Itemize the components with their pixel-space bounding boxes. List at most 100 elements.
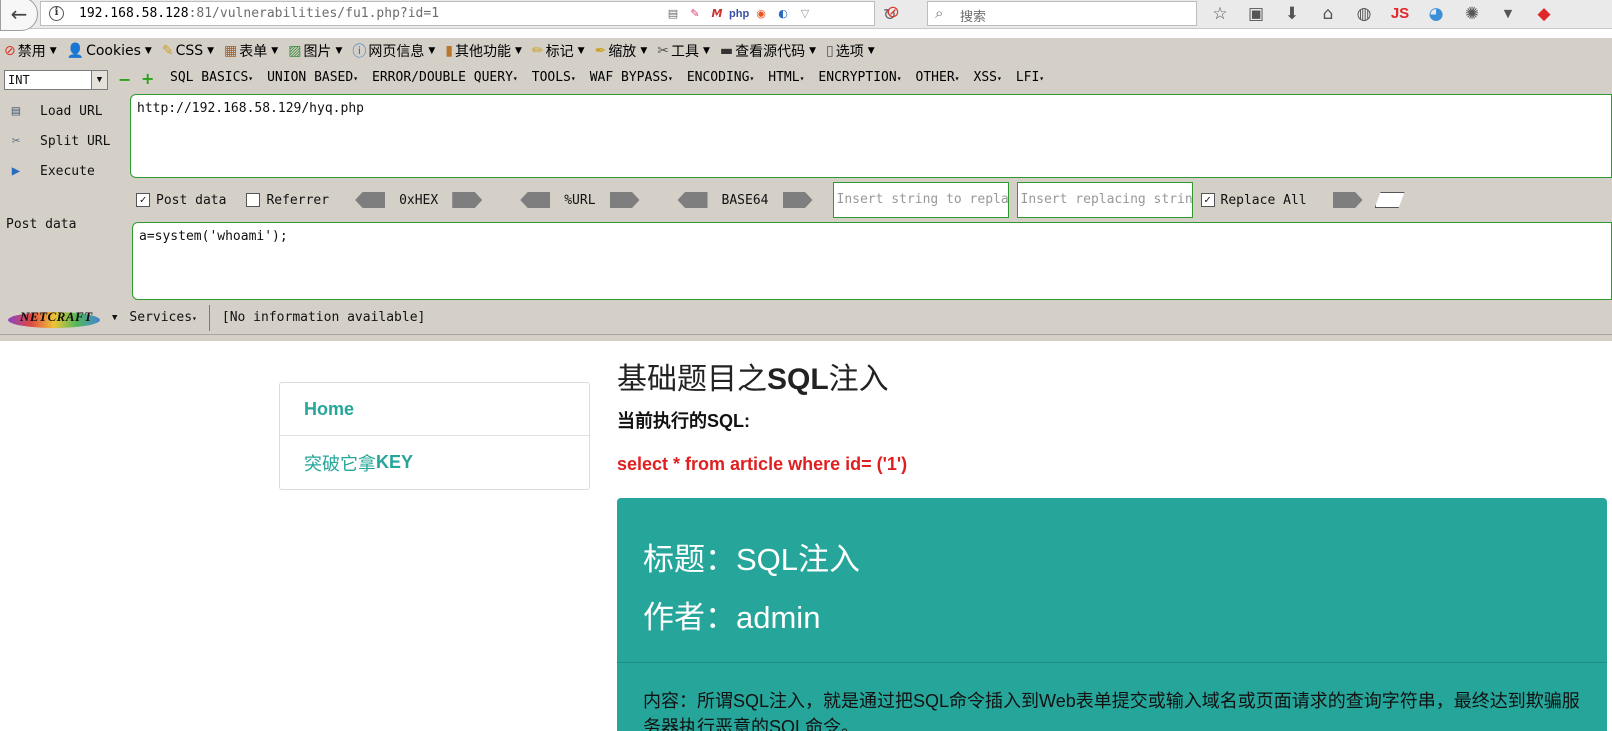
menu-tools[interactable]: ✂ 工具 ▼ — [657, 41, 710, 61]
caret-icon: ▾ — [1039, 74, 1045, 83]
menu-css[interactable]: ✎ CSS ▼ — [162, 43, 214, 59]
feather-icon[interactable]: ✎ — [685, 5, 705, 23]
nav-home-link[interactable]: Home — [280, 383, 589, 436]
caret-icon: ▾ — [896, 74, 902, 83]
sql-query-text: select * from article where id= ('1') — [617, 454, 908, 474]
globe-icon[interactable]: ◍ — [1350, 3, 1378, 25]
referrer-label: Referrer — [266, 192, 330, 208]
download-icon[interactable]: ⬇ — [1278, 3, 1306, 25]
services-menu[interactable]: Services▾ — [129, 310, 196, 325]
site-info-icon[interactable]: i — [49, 6, 64, 21]
search-input[interactable]: ⌕ 搜索 — [927, 1, 1197, 26]
url-text[interactable]: 192.168.58.128:81/vulnerabilities/fu1.ph… — [79, 6, 439, 21]
hb-menu-union-based[interactable]: UNION BASED▾ — [267, 70, 358, 85]
menu-misc[interactable]: ▮ 其他功能 ▼ — [445, 41, 522, 61]
overflow-chevron-icon[interactable]: ▼ — [1494, 3, 1522, 25]
nav-key-link[interactable]: 突破它拿 KEY — [280, 436, 589, 489]
addon-icon[interactable]: ◆ — [1530, 3, 1558, 25]
load-url-button[interactable]: ▤ Load URL — [4, 96, 124, 126]
wave-icon[interactable]: ◐ — [773, 5, 793, 23]
execute-button[interactable]: ▶ Execute — [4, 156, 124, 186]
hb-menu-waf-bypass[interactable]: WAF BYPASS▾ — [590, 70, 673, 85]
split-url-button[interactable]: ✂ Split URL — [4, 126, 124, 156]
menu-images[interactable]: ▨ 图片 ▼ — [288, 41, 342, 61]
hb-menu-encoding[interactable]: ENCODING▾ — [687, 70, 754, 85]
menu-view-source[interactable]: ▬ 查看源代码 ▼ — [720, 41, 816, 61]
hb-menu-encryption[interactable]: ENCRYPTION▾ — [818, 70, 901, 85]
side-nav: Home 突破它拿 KEY — [279, 382, 590, 490]
caret-icon: ▼ — [49, 46, 57, 56]
color-wheel-icon[interactable]: ◕ — [1422, 3, 1450, 25]
options-icon: ▯ — [826, 43, 834, 59]
replace-all-checkbox[interactable]: ✓ — [1200, 193, 1215, 207]
menu-outline[interactable]: ✏ 标记 ▼ — [532, 41, 585, 61]
caret-icon: ▼ — [515, 46, 522, 56]
hex-decode-arrow-icon[interactable] — [355, 192, 386, 208]
menu-resize[interactable]: ✒ 缩放 ▼ — [595, 41, 648, 61]
netcraft-toolbar: NETCRAFT ▼ Services▾ [No information ava… — [0, 301, 1612, 335]
caret-icon: ▼ — [577, 46, 585, 56]
url-encode-arrow-icon[interactable] — [609, 192, 640, 208]
info-icon: ⓘ — [352, 44, 367, 60]
menu-options[interactable]: ▯ 选项 ▼ — [826, 41, 875, 61]
post-data-textarea[interactable]: a=system('whoami'); — [132, 222, 1612, 300]
replacing-string-input[interactable]: Insert replacing string — [1016, 182, 1193, 218]
webdev-menubar: ⊘ 禁用 ▼ 👤 Cookies ▼ ✎ CSS ▼ ▦ 表单 ▼ ▨ 图片 ▼ ⓘ 网页信息 ▼ ▮ 其… — [0, 38, 1612, 64]
url-textarea[interactable]: http://192.168.58.129/hyq.php — [130, 94, 1612, 178]
hex-encode-arrow-icon[interactable] — [452, 192, 483, 208]
hb-menu-tools[interactable]: TOOLS▾ — [532, 70, 576, 85]
referrer-checkbox[interactable] — [246, 193, 261, 207]
m-icon[interactable]: M — [707, 5, 727, 23]
post-data-checkbox[interactable]: ✓ — [136, 193, 150, 207]
minus-icon[interactable]: − — [118, 70, 131, 89]
url-bar[interactable]: i 192.168.58.128:81/vulnerabilities/fu1.… — [40, 1, 896, 26]
replace-go-icon[interactable] — [1374, 192, 1405, 208]
hb-menu-html[interactable]: HTML▾ — [768, 70, 804, 85]
type-select[interactable]: INT ▼ — [4, 70, 108, 90]
base64-decode-arrow-icon[interactable] — [677, 192, 708, 208]
bookmark-star-icon[interactable]: ☆ — [1206, 3, 1234, 25]
php-icon[interactable]: php — [729, 5, 749, 23]
home-icon[interactable]: ⌂ — [1314, 3, 1342, 25]
menu-disable[interactable]: ⊘ 禁用 ▼ — [4, 41, 57, 61]
url-path: :81/vulnerabilities/fu1.php?id=1 — [188, 6, 440, 21]
hb-menu-other[interactable]: OTHER▾ — [916, 70, 960, 85]
insert-string-input[interactable]: Insert string to replace — [832, 182, 1009, 218]
netcraft-caret-icon[interactable]: ▼ — [112, 313, 117, 323]
url-decode-arrow-icon[interactable] — [520, 192, 551, 208]
marker-icon: ✏ — [531, 43, 544, 59]
hb-menu-error-query[interactable]: ERROR/DOUBLE QUERY▾ — [372, 70, 518, 85]
noscript-icon[interactable]: ⊘ — [880, 2, 906, 24]
caret-icon: ▼ — [809, 46, 817, 56]
reading-list-icon[interactable]: ▣ — [1242, 3, 1270, 25]
hb-menu-sql-basics[interactable]: SQL BASICS▾ — [170, 70, 253, 85]
browser-navbar: ← i 192.168.58.128:81/vulnerabilities/fu… — [0, 0, 1612, 31]
server-icon[interactable]: ▤ — [663, 5, 683, 23]
execute-icon: ▶ — [11, 163, 21, 179]
menu-page-info[interactable]: ⓘ 网页信息 ▼ — [352, 41, 435, 61]
plus-icon[interactable]: + — [141, 69, 154, 88]
ubuntu-icon[interactable]: ◉ — [751, 5, 771, 23]
current-sql-label: 当前执行的SQL: — [617, 411, 750, 431]
user-icon: 👤 — [66, 43, 85, 59]
card-divider — [617, 662, 1607, 663]
back-button[interactable]: ← — [0, 0, 38, 31]
caret-icon: ▾ — [668, 74, 673, 83]
hb-menu-lfi[interactable]: LFI▾ — [1016, 70, 1044, 85]
js-icon[interactable]: JS — [1386, 3, 1414, 25]
palette-icon[interactable]: ✺ — [1458, 3, 1486, 25]
replace-arrow-icon[interactable] — [1332, 192, 1363, 208]
menu-cookies[interactable]: 👤 Cookies ▼ — [67, 43, 152, 59]
caret-icon: ▼ — [335, 46, 343, 56]
netcraft-logo[interactable]: NETCRAFT — [8, 307, 100, 329]
caret-icon: ▼ — [702, 46, 710, 56]
toolbar-icons: ☆ ▣ ⬇ ⌂ ◍ JS ◕ ✺ ▼ ◆ — [1206, 2, 1558, 26]
dropdown-chevron-icon[interactable]: ▽ — [795, 5, 815, 23]
caret-icon: ▾ — [192, 314, 197, 323]
caret-icon: ▼ — [207, 46, 215, 56]
disable-icon: ⊘ — [4, 43, 16, 59]
menu-forms[interactable]: ▦ 表单 ▼ — [224, 41, 278, 61]
caret-icon: ▾ — [749, 74, 755, 83]
hb-menu-xss[interactable]: XSS▾ — [974, 70, 1002, 85]
base64-encode-arrow-icon[interactable] — [782, 192, 813, 208]
